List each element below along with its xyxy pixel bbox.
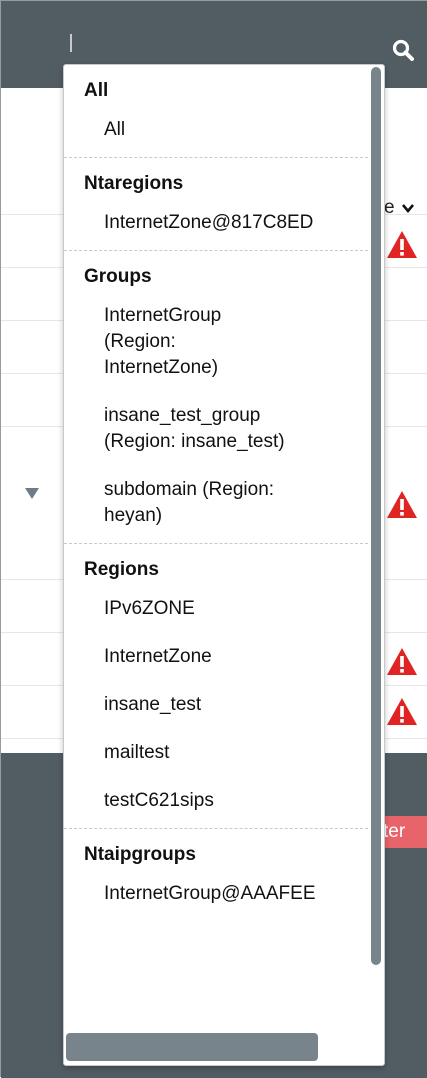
group-groups: Groups InternetGroup (Region: InternetZo… [64, 250, 368, 543]
search-input-caret[interactable] [70, 34, 72, 52]
filter-button[interactable]: ter [379, 816, 427, 848]
scope-dropdown-menu[interactable]: All All Ntaregions InternetZone@817C8ED … [63, 64, 385, 1066]
option-region[interactable]: insane_test [64, 678, 368, 726]
column-header-fragment[interactable]: e [384, 197, 414, 219]
option-region[interactable]: IPv6ZONE [64, 582, 368, 630]
option-all[interactable]: All [64, 103, 368, 151]
warning-icon [387, 491, 417, 518]
horizontal-scrollbar[interactable] [66, 1033, 318, 1061]
option-group[interactable]: InternetGroup (Region: InternetZone) [64, 289, 272, 389]
option-region[interactable]: testC621sips [64, 774, 368, 822]
search-icon[interactable] [392, 39, 414, 61]
option-region[interactable]: InternetZone [64, 630, 368, 678]
chevron-down-icon [401, 204, 414, 214]
warning-icon [387, 231, 417, 258]
vertical-scrollbar[interactable] [371, 67, 381, 965]
option-group[interactable]: subdomain (Region: heyan) [64, 463, 312, 537]
filter-button-label: ter [383, 821, 406, 842]
warning-icon [387, 698, 417, 725]
group-title: Groups [84, 266, 152, 287]
expand-triangle-icon[interactable] [25, 488, 39, 499]
option-region[interactable]: mailtest [64, 726, 368, 774]
group-title: Ntaregions [84, 173, 184, 194]
option-group[interactable]: insane_test_group (Region: insane_test) [64, 389, 332, 463]
group-regions: Regions IPv6ZONE InternetZone insane_tes… [64, 543, 368, 828]
group-ntaregions: Ntaregions InternetZone@817C8ED [64, 157, 368, 250]
group-all: All All [64, 65, 368, 157]
warning-icon [387, 648, 417, 675]
dropdown-options: All All Ntaregions InternetZone@817C8ED … [64, 65, 368, 921]
group-title: Ntaipgroups [84, 844, 196, 865]
option-ntaipgroup[interactable]: InternetGroup@AAAFEE [64, 867, 368, 915]
group-title: Regions [84, 559, 159, 580]
group-ntaipgroups: Ntaipgroups InternetGroup@AAAFEE [64, 828, 368, 921]
option-ntaregion[interactable]: InternetZone@817C8ED [64, 196, 368, 244]
group-title: All [84, 80, 109, 101]
